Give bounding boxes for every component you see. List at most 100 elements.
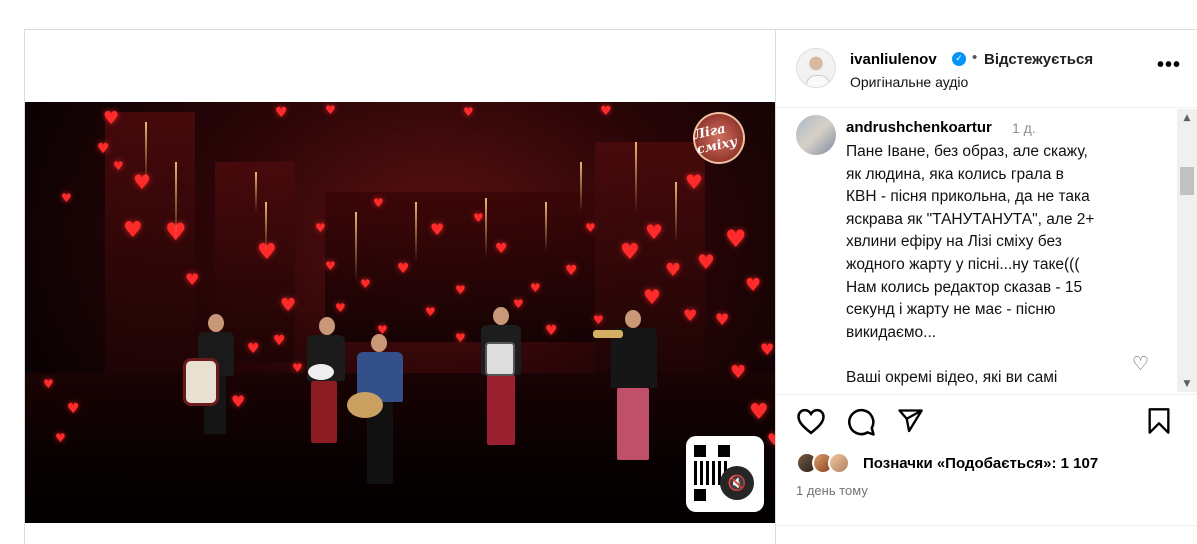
stage-panel <box>105 112 195 382</box>
heart-decoration-icon: ♥ <box>247 341 260 357</box>
comment-time[interactable]: 1 д. <box>1012 120 1036 136</box>
heart-decoration-icon: ♥ <box>360 277 371 291</box>
muted-speaker-icon: 🔇 <box>727 474 747 492</box>
heart-decoration-icon: ♥ <box>373 196 384 210</box>
comment-line: яскрава як "ТАНУТАНУТА", але 2+ <box>846 210 1095 228</box>
comment-line: викидаємо... <box>846 323 937 341</box>
heart-decoration-icon: ♥ <box>103 108 120 129</box>
heart-decoration-icon: ♥ <box>767 430 775 449</box>
heart-decoration-icon: ♥ <box>565 263 578 279</box>
heart-decoration-icon: ♥ <box>725 225 747 253</box>
heart-decoration-icon: ♥ <box>430 220 445 239</box>
heart-decoration-icon: ♥ <box>97 141 110 157</box>
audio-link[interactable]: Оригінальне аудіо <box>850 74 968 90</box>
light-streak <box>255 172 257 212</box>
heart-decoration-icon: ♥ <box>643 285 661 309</box>
heart-decoration-icon: ♥ <box>600 104 612 119</box>
verified-badge-icon: ✓ <box>952 52 966 66</box>
light-streak <box>265 202 267 252</box>
mute-toggle-button[interactable]: 🔇 <box>720 466 754 500</box>
heart-decoration-icon: ♥ <box>585 221 596 235</box>
heart-decoration-icon: ♥ <box>697 250 715 274</box>
heart-icon[interactable] <box>796 407 826 435</box>
heart-decoration-icon: ♥ <box>315 221 326 235</box>
heart-decoration-icon: ♥ <box>55 431 66 445</box>
scroll-down-arrow-icon[interactable]: ▼ <box>1177 375 1197 392</box>
heart-decoration-icon: ♥ <box>513 297 524 311</box>
instagram-post: ♥ ♥ ♥ ♥ ♥ ♥ ♥ ♥ ♥ ♥ ♥ ♥ ♥ ♥ ♥ ♥ ♥ ♥ ♥ ♥ ♥ ♥ ♥ ♥ ♥ ♥ ♥ ♥ ♥ ♥ ♥ ♥ ♥ ♥ ♥ ♥ ♥ ♥ ♥ ♥… <box>24 29 1197 544</box>
comments-list: andrushchenkoartur 1 д. Пане Іване, без … <box>776 109 1197 394</box>
heart-decoration-icon: ♥ <box>231 392 246 411</box>
liker-avatar <box>828 452 850 474</box>
light-streak <box>415 202 417 262</box>
post-sidebar: ivanliulenov ✓ • Відстежується Оригіналь… <box>775 30 1197 544</box>
post-actions <box>776 394 1197 446</box>
post-timestamp[interactable]: 1 день тому <box>796 483 868 498</box>
post-header: ivanliulenov ✓ • Відстежується Оригіналь… <box>776 30 1197 108</box>
light-streak <box>355 212 357 282</box>
post-video[interactable]: ♥ ♥ ♥ ♥ ♥ ♥ ♥ ♥ ♥ ♥ ♥ ♥ ♥ ♥ ♥ ♥ ♥ ♥ ♥ ♥ ♥ ♥ ♥ ♥ ♥ ♥ ♥ ♥ ♥ ♥ ♥ ♥ ♥ ♥ ♥ ♥ ♥ ♥ ♥ ♥… <box>25 102 775 523</box>
comment-line: Пане Іване, без образ, але скажу, <box>846 143 1088 160</box>
heart-decoration-icon: ♥ <box>335 301 346 315</box>
heart-decoration-icon: ♥ <box>530 281 541 295</box>
heart-decoration-icon: ♥ <box>325 103 336 117</box>
author-username[interactable]: ivanliulenov <box>850 51 937 68</box>
heart-decoration-icon: ♥ <box>730 362 747 383</box>
separator-dot: • <box>972 49 978 66</box>
heart-decoration-icon: ♥ <box>425 305 436 319</box>
heart-decoration-icon: ♥ <box>185 270 200 289</box>
heart-decoration-icon: ♥ <box>495 241 508 257</box>
heart-decoration-icon: ♥ <box>61 191 72 205</box>
bookmark-icon[interactable] <box>1146 407 1172 435</box>
heart-decoration-icon: ♥ <box>749 400 769 425</box>
heart-decoration-icon: ♥ <box>273 333 286 349</box>
author-avatar[interactable] <box>796 48 836 88</box>
likes-count[interactable]: Позначки «Подобається»: 1 107 <box>863 455 1098 472</box>
heart-decoration-icon: ♥ <box>67 401 80 417</box>
commenter-avatar[interactable] <box>796 115 836 155</box>
comment-line: КВН - пісня прикольна, да не така <box>846 188 1090 206</box>
heart-decoration-icon: ♥ <box>133 170 151 194</box>
comment-line: секунд і жарту не має - пісню <box>846 301 1056 319</box>
qr-code-badge[interactable]: 🔇 <box>686 436 764 512</box>
heart-decoration-icon: ♥ <box>292 361 303 375</box>
comment-line: Нам колись редактор сказав - 15 <box>846 278 1083 296</box>
heart-decoration-icon: ♥ <box>275 105 288 121</box>
comment-icon[interactable] <box>846 407 876 437</box>
more-options-icon[interactable]: ••• <box>1157 54 1181 77</box>
comment-line: жодного жарту у пісні...ну таке((( <box>846 255 1080 273</box>
heart-decoration-icon: ♥ <box>715 310 730 329</box>
light-streak <box>485 198 487 258</box>
light-streak <box>545 202 547 252</box>
heart-decoration-icon: ♥ <box>593 313 604 327</box>
light-streak <box>175 162 177 242</box>
heart-decoration-icon: ♥ <box>280 295 297 316</box>
heart-decoration-icon: ♥ <box>645 220 663 244</box>
comment-line: хвлини ефіру на Лізі сміху без <box>846 233 1062 251</box>
scrollbar-thumb[interactable] <box>1180 167 1194 195</box>
heart-decoration-icon: ♥ <box>683 306 698 325</box>
follow-status-button[interactable]: Відстежується <box>984 51 1093 68</box>
light-streak <box>580 162 582 212</box>
acoustic-guitar <box>347 392 383 418</box>
heart-decoration-icon: ♥ <box>665 260 682 281</box>
heart-decoration-icon: ♥ <box>545 323 558 339</box>
bass-drum <box>183 358 219 406</box>
comment-username[interactable]: andrushchenkoartur <box>846 119 992 136</box>
comments-scrollbar[interactable]: ▲ ▼ <box>1177 109 1197 392</box>
heart-outline-icon[interactable]: ♡ <box>1132 353 1149 375</box>
heart-decoration-icon: ♥ <box>43 377 54 391</box>
stage-back-wall <box>325 192 595 342</box>
heart-decoration-icon: ♥ <box>325 259 336 273</box>
electric-guitar <box>308 364 334 380</box>
light-streak <box>635 142 637 212</box>
heart-decoration-icon: ♥ <box>685 170 703 194</box>
heart-decoration-icon: ♥ <box>455 283 466 297</box>
heart-decoration-icon: ♥ <box>760 340 775 359</box>
comment-line: Ваші окремі відео, які ви самі <box>846 368 1058 386</box>
scroll-up-arrow-icon[interactable]: ▲ <box>1177 109 1197 126</box>
heart-decoration-icon: ♥ <box>397 261 410 277</box>
paper-plane-icon[interactable] <box>896 407 924 435</box>
light-streak <box>145 122 147 182</box>
light-streak <box>675 182 677 242</box>
